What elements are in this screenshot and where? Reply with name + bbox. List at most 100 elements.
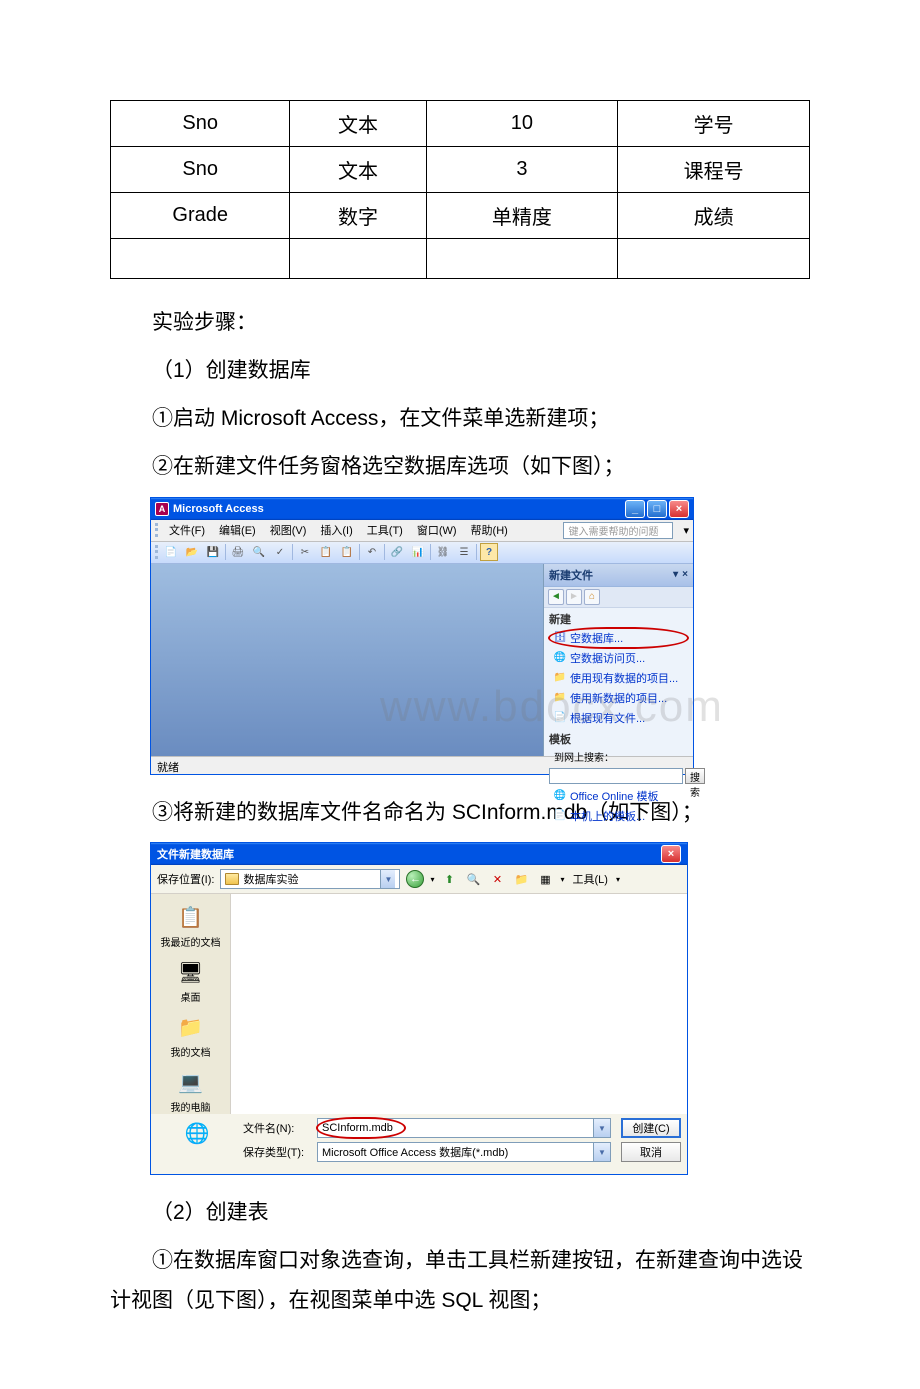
cut-icon[interactable]: ✂: [296, 543, 314, 561]
cell: 3: [426, 147, 618, 193]
recent-icon: 📋: [176, 902, 206, 932]
create-button[interactable]: 创建(C): [621, 1118, 681, 1138]
place-mydocs[interactable]: 📁 我的文档: [151, 1008, 230, 1063]
cell: 文本: [290, 147, 426, 193]
desktop-icon: 🖥: [176, 957, 206, 987]
open-icon[interactable]: 📂: [183, 543, 201, 561]
mydocs-icon: 📁: [176, 1012, 206, 1042]
taskpane-dropdown-icon[interactable]: ▾: [673, 569, 678, 580]
new-icon[interactable]: 📄: [162, 543, 180, 561]
nav-back-icon[interactable]: ◄: [548, 589, 564, 605]
link-blank-database[interactable]: 🗄 空数据库...: [544, 628, 693, 648]
filename-input[interactable]: SCInform.mdb ▼: [317, 1118, 611, 1138]
menu-help[interactable]: 帮助(H): [467, 520, 512, 540]
file-list[interactable]: [231, 894, 687, 1114]
up-button[interactable]: ⬆: [440, 870, 458, 888]
undo-icon[interactable]: ↶: [363, 543, 381, 561]
maximize-button[interactable]: □: [647, 500, 667, 518]
new-folder-icon[interactable]: 📁: [512, 870, 530, 888]
network-icon[interactable]: 🌐: [182, 1118, 212, 1148]
menu-insert[interactable]: 插入(I): [316, 520, 356, 540]
online-icon: 🌐: [554, 789, 566, 803]
search-icon[interactable]: 🔍: [464, 870, 482, 888]
chevron-down-icon[interactable]: ▼: [593, 1143, 610, 1161]
access-app-icon: A: [155, 502, 169, 516]
step-1-2: ②在新建文件任务窗格选空数据库选项（如下图）；: [110, 447, 810, 487]
link-from-existing[interactable]: 📄 根据现有文件...: [544, 708, 693, 728]
properties-icon[interactable]: ☰: [455, 543, 473, 561]
savetype-value: Microsoft Office Access 数据库(*.mdb): [322, 1144, 508, 1160]
relationships-icon[interactable]: ⛓: [434, 543, 452, 561]
copy-icon[interactable]: 📋: [317, 543, 335, 561]
help-icon[interactable]: ?: [480, 543, 498, 561]
savetype-label: 保存类型(T):: [243, 1144, 313, 1160]
close-button[interactable]: ×: [669, 500, 689, 518]
project-icon: 📁: [554, 691, 566, 705]
template-search-button[interactable]: 搜索: [685, 768, 705, 784]
file-icon: 📄: [554, 711, 566, 725]
cell: [290, 239, 426, 279]
tools-menu[interactable]: 工具(L): [570, 871, 609, 887]
cell: Sno: [111, 147, 290, 193]
menu-edit[interactable]: 编辑(E): [215, 520, 260, 540]
link-blank-page[interactable]: 🌐 空数据访问页...: [544, 648, 693, 668]
chevron-down-icon[interactable]: ▼: [380, 870, 395, 888]
savetype-combo[interactable]: Microsoft Office Access 数据库(*.mdb) ▼: [317, 1142, 611, 1162]
cell: [111, 239, 290, 279]
template-search-input[interactable]: [549, 768, 683, 784]
filename-value: SCInform.mdb: [322, 1122, 393, 1134]
menubar: 文件(F) 编辑(E) 视图(V) 插入(I) 工具(T) 窗口(W) 帮助(H…: [151, 520, 693, 542]
section-new: 新建: [544, 608, 693, 628]
window-title: Microsoft Access: [173, 503, 625, 515]
link-existing-project[interactable]: 📁 使用现有数据的项目...: [544, 668, 693, 688]
print-icon[interactable]: 🖨: [229, 543, 247, 561]
cell: 10: [426, 101, 618, 147]
steps-title: 实验步骤：: [110, 303, 810, 343]
views-icon[interactable]: ▦: [536, 870, 554, 888]
link-icon[interactable]: 🔗: [388, 543, 406, 561]
help-search-box[interactable]: 键入需要帮助的问题: [563, 522, 673, 539]
back-button[interactable]: ←: [406, 870, 424, 888]
cell: 数字: [290, 193, 426, 239]
dialog-close-button[interactable]: ×: [661, 845, 681, 863]
menu-tools[interactable]: 工具(T): [363, 520, 407, 540]
save-icon[interactable]: 💾: [204, 543, 222, 561]
spell-icon[interactable]: ✓: [271, 543, 289, 561]
link-local-templates[interactable]: 📄 本机上的模板...: [544, 806, 693, 826]
cell: 文本: [290, 101, 426, 147]
step-2: （2）创建表: [110, 1193, 810, 1233]
toolbar: 📄 📂 💾 🖨 🔍 ✓ ✂ 📋 📋 ↶ 🔗 📊 ⛓ ☰ ?: [151, 542, 693, 564]
nav-home-icon[interactable]: ⌂: [584, 589, 600, 605]
preview-icon[interactable]: 🔍: [250, 543, 268, 561]
link-office-online[interactable]: 🌐 Office Online 模板: [544, 786, 693, 806]
cell: 课程号: [618, 147, 810, 193]
table-row: Grade 数字 单精度 成绩: [111, 193, 810, 239]
cell: [426, 239, 618, 279]
taskpane-title: 新建文件: [549, 567, 593, 583]
place-desktop[interactable]: 🖥 桌面: [151, 953, 230, 1008]
step-2-1: ①在数据库窗口对象选查询，单击工具栏新建按钮，在新建查询中选设计视图（见下图），…: [110, 1241, 810, 1321]
paste-icon[interactable]: 📋: [338, 543, 356, 561]
table-row: Sno 文本 10 学号: [111, 101, 810, 147]
place-recent[interactable]: 📋 我最近的文档: [151, 898, 230, 953]
menu-file[interactable]: 文件(F): [165, 520, 209, 540]
link-new-project[interactable]: 📁 使用新数据的项目...: [544, 688, 693, 708]
location-combo[interactable]: 数据库实验 ▼: [220, 869, 400, 889]
location-value: 数据库实验: [243, 871, 298, 887]
delete-icon[interactable]: ✕: [488, 870, 506, 888]
database-icon: 🗄: [554, 631, 566, 645]
cancel-button[interactable]: 取消: [621, 1142, 681, 1162]
minimize-button[interactable]: _: [625, 500, 645, 518]
menu-view[interactable]: 视图(V): [266, 520, 311, 540]
taskpane-close-icon[interactable]: ×: [682, 569, 688, 580]
table-row: Sno 文本 3 课程号: [111, 147, 810, 193]
place-mycomputer[interactable]: 💻 我的电脑: [151, 1063, 230, 1118]
nav-fwd-icon[interactable]: ►: [566, 589, 582, 605]
analyze-icon[interactable]: 📊: [409, 543, 427, 561]
filename-label: 文件名(N):: [243, 1120, 313, 1136]
section-templates: 模板: [544, 728, 693, 748]
template-icon: 📄: [554, 809, 566, 823]
menu-window[interactable]: 窗口(W): [413, 520, 461, 540]
chevron-down-icon[interactable]: ▼: [593, 1119, 610, 1137]
cell: [618, 239, 810, 279]
